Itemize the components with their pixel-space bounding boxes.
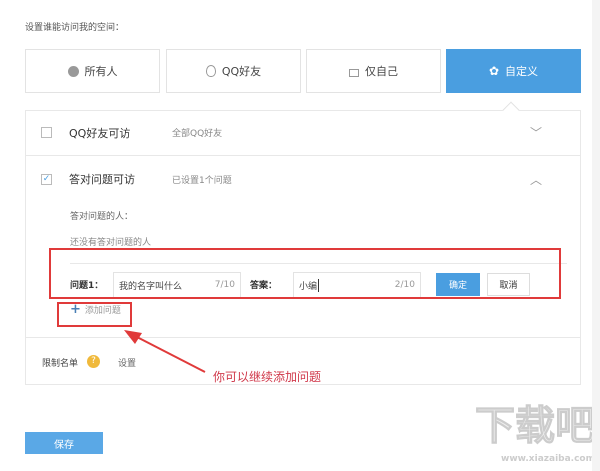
annotation-text: 你可以继续添加问题 — [213, 370, 322, 384]
save-button[interactable]: 保存 — [25, 432, 103, 454]
scrollbar[interactable] — [592, 0, 600, 471]
watermark: 下载吧 www.xiazaiba.com — [475, 403, 596, 465]
